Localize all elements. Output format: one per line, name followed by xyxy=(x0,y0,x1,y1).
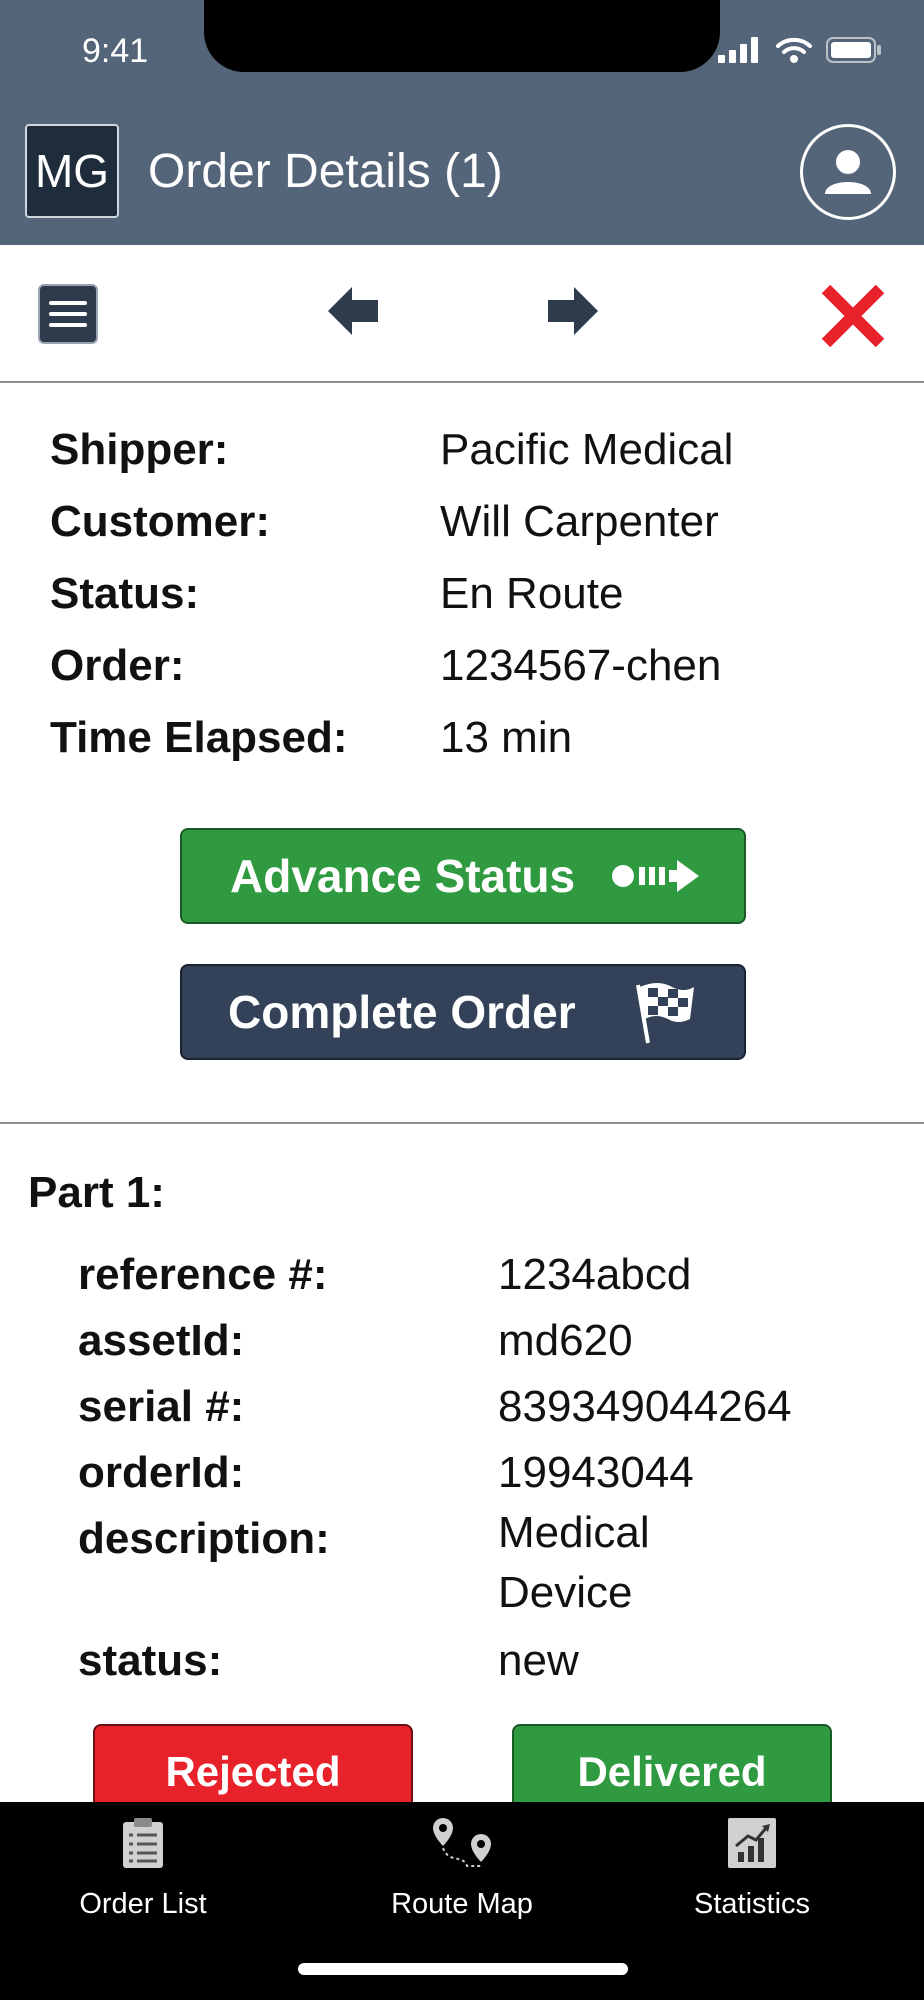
clipboard-list-icon xyxy=(123,1818,163,1868)
shipper-label: Shipper: xyxy=(50,425,229,474)
status-label: Status: xyxy=(50,569,200,618)
status-value: En Route xyxy=(440,569,624,618)
app-logo: MG xyxy=(25,124,119,218)
device-notch xyxy=(204,0,720,72)
advance-arrow-icon xyxy=(612,860,700,892)
menu-button[interactable] xyxy=(38,284,98,344)
serial-label: serial #: xyxy=(78,1382,245,1431)
status-icons xyxy=(718,36,882,64)
asset-id-value: md620 xyxy=(498,1316,633,1365)
shipper-value: Pacific Medical xyxy=(440,425,734,474)
order-id-value: 19943044 xyxy=(498,1448,694,1497)
advance-status-button[interactable]: Advance Status xyxy=(180,828,746,924)
statistics-chart-icon xyxy=(728,1818,776,1868)
complete-order-label: Complete Order xyxy=(228,986,576,1038)
complete-order-button[interactable]: Complete Order xyxy=(180,964,746,1060)
order-id-label: orderId: xyxy=(78,1448,245,1497)
profile-avatar-button[interactable] xyxy=(800,124,896,220)
user-icon xyxy=(825,150,871,194)
part-status-value: new xyxy=(498,1636,579,1685)
order-value: 1234567-chen xyxy=(440,641,722,690)
wifi-icon xyxy=(776,37,812,63)
page-title: Order Details (1) xyxy=(148,145,503,198)
description-value-line1: Medical xyxy=(498,1508,650,1557)
nav-statistics-label: Statistics xyxy=(693,1888,811,1920)
hamburger-line xyxy=(49,323,87,327)
asset-id-label: assetId: xyxy=(78,1316,245,1365)
app-header: 9:41 MG Order Details (1) xyxy=(0,0,924,245)
route-map-icon xyxy=(433,1818,491,1867)
hamburger-line xyxy=(49,301,87,305)
previous-arrow-icon[interactable] xyxy=(326,285,380,337)
home-indicator[interactable] xyxy=(298,1963,628,1975)
section-divider xyxy=(0,1122,924,1124)
part-status-label: status: xyxy=(78,1636,223,1685)
status-time: 9:41 xyxy=(82,32,149,70)
nav-statistics[interactable]: Statistics xyxy=(676,1816,828,1921)
advance-status-label: Advance Status xyxy=(230,850,576,902)
nav-order-list-label: Order List xyxy=(79,1888,207,1920)
customer-value: Will Carpenter xyxy=(440,497,719,546)
nav-route-map-label: Route Map xyxy=(391,1888,533,1920)
checkered-flag-icon xyxy=(635,983,694,1044)
serial-value: 839349044264 xyxy=(498,1382,792,1431)
reference-label: reference #: xyxy=(78,1250,328,1299)
close-icon[interactable] xyxy=(818,283,888,349)
nav-route-map[interactable]: Route Map xyxy=(380,1816,544,1921)
description-label: description: xyxy=(78,1514,330,1563)
time-elapsed-value: 13 min xyxy=(440,713,573,762)
time-elapsed-label: Time Elapsed: xyxy=(50,713,348,762)
part-title: Part 1: xyxy=(28,1168,165,1217)
description-value-line2: Device xyxy=(498,1568,633,1617)
nav-order-list[interactable]: Order List xyxy=(68,1816,218,1921)
next-arrow-icon[interactable] xyxy=(546,285,600,337)
toolbar xyxy=(0,245,924,383)
battery-icon xyxy=(826,37,881,63)
reference-value: 1234abcd xyxy=(498,1250,692,1299)
order-label: Order: xyxy=(50,641,185,690)
signal-icon xyxy=(718,37,758,63)
customer-label: Customer: xyxy=(50,497,271,546)
hamburger-line xyxy=(49,312,87,316)
